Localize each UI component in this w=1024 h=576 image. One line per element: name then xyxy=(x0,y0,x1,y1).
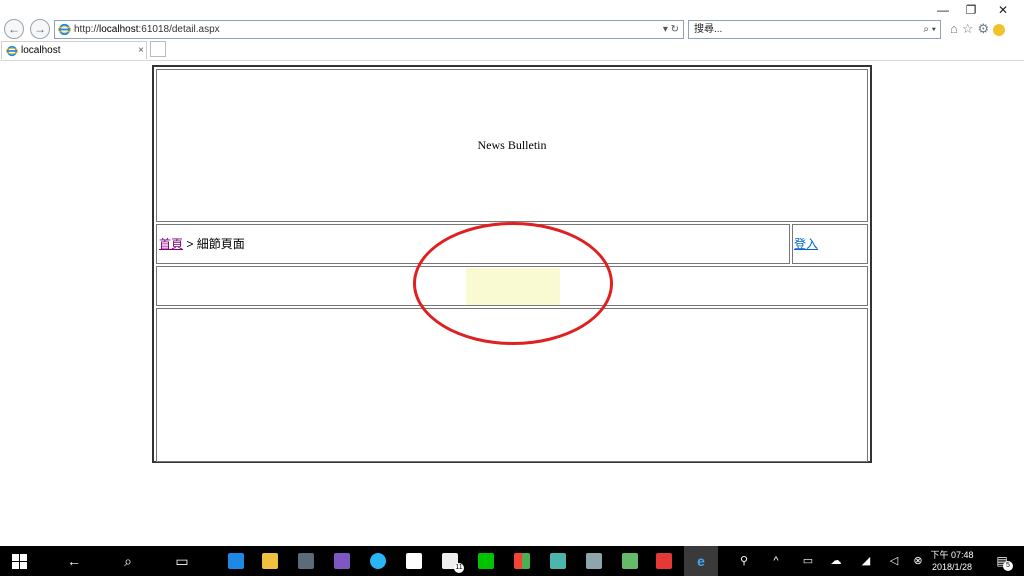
close-window-button[interactable]: ✕ xyxy=(988,2,1018,18)
cloud-icon[interactable]: ☁ xyxy=(826,551,846,571)
arrow-right-icon: → xyxy=(34,22,46,36)
tab-title: localhost xyxy=(21,45,61,56)
smiley-icon[interactable] xyxy=(993,23,1006,36)
red-annotation-ellipse xyxy=(413,222,613,345)
edge-icon[interactable] xyxy=(228,553,244,569)
chevron-up-icon[interactable]: ^ xyxy=(766,551,786,571)
visual-studio-icon[interactable] xyxy=(334,553,350,569)
breadcrumb-home-link[interactable]: 首頁 xyxy=(159,237,183,251)
chart-app-icon[interactable] xyxy=(622,553,638,569)
presentation-icon[interactable] xyxy=(656,553,672,569)
window-titlebar: — ❐ ✕ xyxy=(0,0,1024,20)
header-cell: News Bulletin xyxy=(156,69,868,222)
ie-taskbar-button[interactable]: e xyxy=(684,546,718,576)
browser-toolbar-icons: ⌂☆⚙ xyxy=(950,21,1020,39)
home-icon[interactable]: ⌂ xyxy=(950,21,962,36)
back-arrow-icon[interactable]: ← xyxy=(64,551,84,571)
clock-time: 下午 07:48 xyxy=(930,550,974,560)
clock-date: 2018/1/28 xyxy=(931,562,973,572)
tab-bar: localhost × xyxy=(0,40,1024,61)
forward-button[interactable]: → xyxy=(30,19,50,39)
restore-button[interactable]: ❐ xyxy=(956,2,986,18)
search-icon[interactable]: ⌕ ▾ xyxy=(923,21,936,38)
new-tab-button[interactable] xyxy=(150,41,166,57)
file-explorer-icon[interactable] xyxy=(262,553,278,569)
volume-icon[interactable]: ◁ xyxy=(884,551,904,571)
tab-localhost[interactable]: localhost × xyxy=(1,41,147,59)
wifi-icon[interactable]: ◢ xyxy=(856,551,876,571)
gear-icon[interactable]: ⚙ xyxy=(978,21,994,36)
address-bar[interactable]: http://localhost:61018/detail.aspx ▾ ↻ xyxy=(54,20,684,39)
office-icon[interactable] xyxy=(514,553,530,569)
search-input[interactable]: 搜尋... xyxy=(694,21,722,38)
login-cell: 登入 xyxy=(792,224,868,264)
line-icon[interactable] xyxy=(478,553,494,569)
page-title: News Bulletin xyxy=(477,138,547,152)
store-icon[interactable] xyxy=(298,553,314,569)
media-player-icon[interactable] xyxy=(370,553,386,569)
ie-icon xyxy=(58,23,71,36)
battery-icon[interactable]: ▭ xyxy=(798,551,818,571)
paint-icon[interactable] xyxy=(586,553,602,569)
address-tools[interactable]: ▾ ↻ xyxy=(663,21,679,38)
arrow-left-icon: ← xyxy=(8,22,20,36)
ie-icon xyxy=(6,45,18,57)
search-box[interactable]: 搜尋... ⌕ ▾ xyxy=(688,20,941,39)
ie-icon: e xyxy=(697,553,705,569)
tab-close-icon[interactable]: × xyxy=(138,42,144,59)
notification-count-badge: 5 xyxy=(1003,561,1013,571)
back-button[interactable]: ← xyxy=(4,19,24,39)
taskbar-clock[interactable]: 下午 07:48 2018/1/28 xyxy=(922,549,982,573)
star-icon[interactable]: ☆ xyxy=(962,21,978,36)
people-icon[interactable]: ⚲ xyxy=(734,551,754,571)
search-icon[interactable]: ⌕ xyxy=(118,551,138,571)
url-text: http://localhost:61018/detail.aspx xyxy=(74,24,220,35)
taskbar: ← ⌕ ▭ 11 e ⚲ ^ ▭ ☁ ◢ ◁ ⊗ 下午 07:48 2018/1… xyxy=(0,546,1024,576)
task-view-icon[interactable]: ▭ xyxy=(172,551,192,571)
windows-start-icon[interactable] xyxy=(12,554,27,569)
minimize-button[interactable]: — xyxy=(928,2,958,18)
google-chrome-icon[interactable] xyxy=(406,553,422,569)
breadcrumb-current: 細節頁面 xyxy=(196,237,245,251)
notes-icon[interactable] xyxy=(550,553,566,569)
login-link[interactable]: 登入 xyxy=(794,237,818,251)
breadcrumb-separator: > xyxy=(183,237,197,251)
mail-count-badge: 11 xyxy=(454,563,464,573)
